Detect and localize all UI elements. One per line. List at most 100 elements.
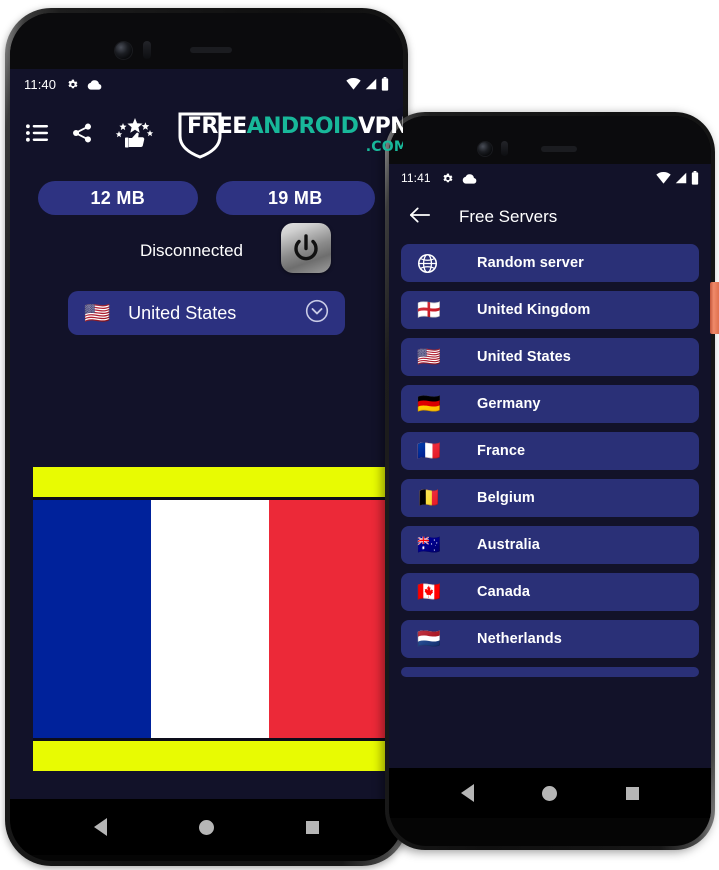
front-camera-icon [115, 42, 132, 59]
flag-icon-netherlands: 🇳🇱 [417, 628, 441, 650]
download-usage-pill[interactable]: 12 MB [38, 181, 198, 215]
traffic-stats-row: 12 MB 19 MB [10, 171, 403, 215]
france-flag-image [33, 497, 387, 741]
flag-stripe-red [269, 500, 387, 738]
country-selector[interactable]: 🇺🇸 United States [68, 291, 345, 335]
back-arrow-icon[interactable] [409, 206, 431, 229]
flag-icon-france: 🇫🇷 [417, 440, 441, 462]
rate-thumbs-up-icon[interactable] [115, 117, 155, 153]
phone-body-secondary: 11:41 Free Servers [389, 116, 711, 846]
recents-square-icon[interactable] [625, 786, 639, 800]
connection-status-row: Disconnected [10, 215, 403, 273]
country-flag-icon: 🇺🇸 [84, 301, 111, 325]
wifi-icon [656, 172, 671, 184]
home-circle-icon[interactable] [542, 785, 558, 801]
battery-icon [691, 171, 699, 185]
back-triangle-icon[interactable] [94, 818, 107, 836]
phone-device-primary: 11:40 FREEANDROIDVPN .COM 12 MB 19 MB Di… [5, 8, 408, 866]
phone1-top-bezel [10, 13, 403, 71]
flag-stripe-blue [33, 500, 151, 738]
front-camera-icon [478, 142, 492, 156]
brand-logo: FREEANDROIDVPN .COM [177, 110, 403, 160]
server-item-label: Belgium [477, 490, 535, 506]
status-right-icons [346, 77, 389, 91]
home-circle-icon[interactable] [199, 819, 214, 835]
phone1-status-bar: 11:40 [10, 69, 403, 99]
earpiece-speaker-icon [541, 146, 577, 152]
server-item-label: Random server [477, 255, 584, 271]
server-item-label: France [477, 443, 526, 459]
status-left-icons [441, 172, 477, 185]
phone1-navigation-bar [10, 799, 403, 855]
free-servers-app-bar: Free Servers [389, 192, 711, 242]
flag-icon-canada: 🇨🇦 [417, 581, 441, 603]
phone-device-secondary: 11:41 Free Servers [385, 112, 715, 850]
globe-icon [417, 253, 443, 274]
app-toolbar: FREEANDROIDVPN .COM [10, 99, 403, 171]
country-selector-label: United States [128, 302, 237, 323]
status-time: 11:41 [401, 171, 431, 185]
recents-square-icon[interactable] [306, 820, 319, 834]
flag-icon-germany: 🇩🇪 [417, 393, 441, 415]
proximity-sensor-icon [501, 141, 508, 156]
brand-dotcom: .COM [365, 139, 403, 155]
cloud-icon [462, 173, 476, 184]
phone-body-primary: 11:40 FREEANDROIDVPN .COM 12 MB 19 MB Di… [10, 13, 403, 861]
flag-icon-australia: 🇦🇺 [417, 534, 441, 556]
upload-usage-pill[interactable]: 19 MB [215, 181, 375, 215]
back-triangle-icon[interactable] [461, 784, 475, 802]
brand-wordmark: FREEANDROIDVPN .COM [187, 114, 403, 155]
server-item-label: United States [477, 349, 571, 365]
page-title: Free Servers [459, 207, 558, 226]
banner-top-bar [33, 467, 387, 497]
server-list-item-belgium[interactable]: 🇧🇪 Belgium [401, 479, 699, 517]
power-toggle-button[interactable] [281, 223, 331, 273]
phone1-screen: 11:40 FREEANDROIDVPN .COM 12 MB 19 MB Di… [10, 69, 403, 799]
status-right-icons [656, 171, 699, 185]
server-list: Random server 🏴󠁧󠁢󠁥󠁮󠁧󠁿 United Kingdom 🇺🇸 … [389, 242, 711, 677]
server-list-item-united-kingdom[interactable]: 🏴󠁧󠁢󠁥󠁮󠁧󠁿 United Kingdom [401, 291, 699, 329]
power-icon [294, 234, 318, 261]
signal-icon [365, 78, 377, 90]
status-left-icons [66, 78, 102, 91]
share-icon[interactable] [71, 122, 93, 149]
gear-icon [443, 173, 453, 182]
proximity-sensor-icon [143, 41, 151, 59]
server-item-label: Germany [477, 396, 541, 412]
signal-icon [675, 172, 687, 184]
server-list-item-united-states[interactable]: 🇺🇸 United States [401, 338, 699, 376]
chevron-down-circle-icon[interactable] [305, 299, 329, 328]
france-flag-banner[interactable] [33, 467, 387, 771]
server-item-label: United Kingdom [477, 302, 591, 318]
status-time: 11:40 [24, 76, 57, 92]
device-side-button[interactable] [710, 282, 719, 334]
server-item-label: Netherlands [477, 631, 562, 647]
server-list-item-france[interactable]: 🇫🇷 France [401, 432, 699, 470]
flag-icon-united-kingdom: 🏴󠁧󠁢󠁥󠁮󠁧󠁿 [417, 299, 441, 321]
server-list-item-australia[interactable]: 🇦🇺 Australia [401, 526, 699, 564]
server-list-item-netherlands[interactable]: 🇳🇱 Netherlands [401, 620, 699, 658]
earpiece-speaker-icon [190, 47, 232, 53]
server-list-item-random[interactable]: Random server [401, 244, 699, 282]
wifi-icon [346, 78, 361, 90]
phone2-status-bar: 11:41 [389, 164, 711, 192]
vpn-home-screen: FREEANDROIDVPN .COM 12 MB 19 MB Disconne… [10, 99, 403, 799]
cloud-icon [87, 79, 102, 90]
server-item-label: Canada [477, 584, 530, 600]
brand-vpn: VPN [358, 114, 403, 139]
flag-stripe-white [151, 500, 269, 738]
server-list-item-canada[interactable]: 🇨🇦 Canada [401, 573, 699, 611]
flag-icon-united-states: 🇺🇸 [417, 346, 441, 368]
brand-android: ANDROID [246, 114, 359, 139]
server-item-label: Australia [477, 537, 540, 553]
flag-icon-belgium: 🇧🇪 [417, 487, 441, 509]
brand-free: FREE [187, 114, 247, 139]
server-list-item-partial[interactable] [401, 667, 699, 677]
gear-icon [68, 79, 78, 88]
phone2-navigation-bar [389, 768, 711, 818]
banner-bottom-bar [33, 741, 387, 771]
menu-list-icon[interactable] [26, 123, 49, 148]
phone2-top-bezel [389, 116, 711, 166]
server-list-item-germany[interactable]: 🇩🇪 Germany [401, 385, 699, 423]
phone2-screen: 11:41 Free Servers [389, 164, 711, 768]
